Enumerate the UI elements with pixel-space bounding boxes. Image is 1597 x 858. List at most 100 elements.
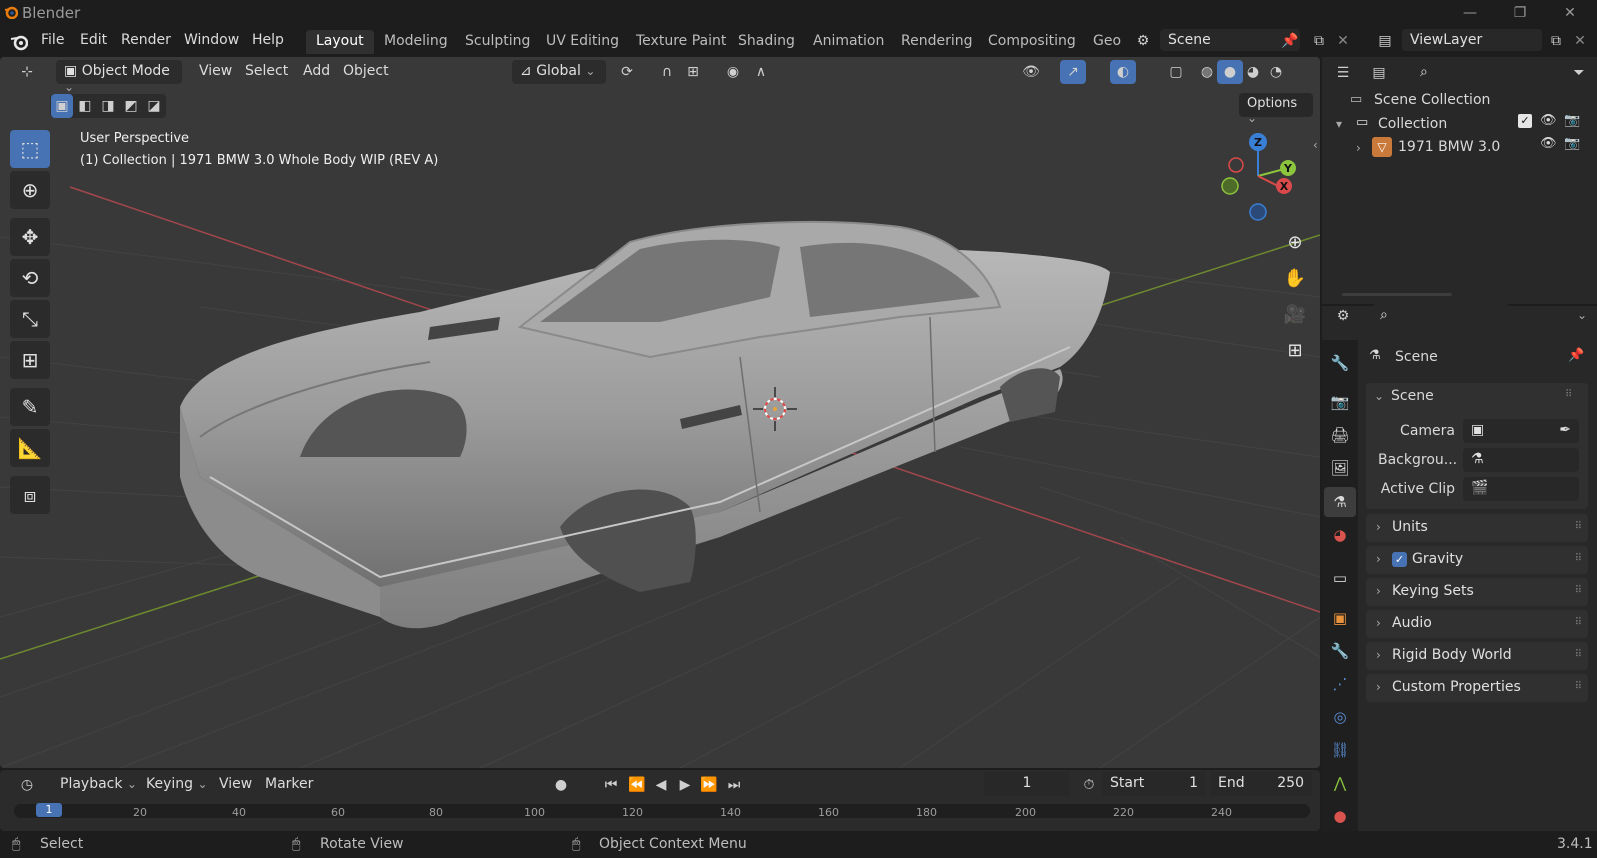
proportional-editing-icon[interactable]: ◉ bbox=[720, 60, 746, 84]
tab-sculpting[interactable]: Sculpting bbox=[455, 30, 540, 54]
view-layer-tab-icon[interactable]: 🖼 bbox=[1324, 453, 1356, 483]
particles-tab-icon[interactable]: ⋰ bbox=[1324, 669, 1356, 699]
drag-handle-icon[interactable]: ⠿ bbox=[1565, 389, 1572, 400]
select-invert-icon[interactable]: ◩ bbox=[120, 94, 142, 118]
tab-modeling[interactable]: Modeling bbox=[374, 30, 458, 54]
constraints-tab-icon[interactable]: ⛓ bbox=[1324, 735, 1356, 765]
active-clip-field[interactable]: 🎬 bbox=[1463, 477, 1579, 501]
outliner-scene-collection[interactable]: Scene Collection bbox=[1374, 92, 1490, 108]
gravity-panel[interactable]: › ✓ Gravity ⠿ bbox=[1366, 546, 1588, 574]
keying-sets-panel[interactable]: › Keying Sets ⠿ bbox=[1366, 578, 1588, 606]
expand-arrow-icon[interactable]: › bbox=[1356, 141, 1361, 155]
select-subtract-icon[interactable]: ◨ bbox=[97, 94, 119, 118]
menu-window[interactable]: Window bbox=[184, 32, 239, 48]
xray-icon[interactable]: ▢ bbox=[1163, 60, 1189, 84]
pivot-point-icon[interactable]: ⟳ bbox=[614, 60, 640, 84]
scene-panel-title[interactable]: Scene bbox=[1391, 388, 1434, 404]
modifiers-tab-icon[interactable]: 🔧 bbox=[1324, 636, 1356, 666]
exclude-checkbox[interactable]: ✓ bbox=[1518, 114, 1532, 128]
gizmo-toggle-icon[interactable]: ↗ bbox=[1060, 60, 1086, 84]
select-new-icon[interactable]: ▣ bbox=[51, 94, 73, 118]
eyedropper-icon[interactable]: ✒ bbox=[1559, 422, 1571, 438]
collection-tab-icon[interactable]: ▭ bbox=[1324, 563, 1356, 593]
play-icon[interactable]: ▶ bbox=[672, 773, 698, 797]
snap-icon[interactable]: ∩ bbox=[654, 60, 680, 84]
new-scene-icon[interactable]: ⧉ bbox=[1306, 29, 1332, 53]
object-tab-icon[interactable]: ▣ bbox=[1324, 603, 1356, 633]
jump-end-icon[interactable]: ⏭ bbox=[721, 773, 747, 797]
menu-select[interactable]: Select bbox=[245, 63, 288, 79]
playback-dropdown[interactable]: Playback ⌄ bbox=[54, 776, 143, 792]
cursor-tool-icon[interactable]: ⊕ bbox=[10, 171, 50, 209]
editor-type-icon[interactable]: ⊹ bbox=[14, 60, 40, 84]
eye-icon[interactable]: 👁 bbox=[1540, 113, 1557, 128]
overlay-toggle-icon[interactable]: ◐ bbox=[1110, 60, 1136, 84]
select-box-tool-icon[interactable]: ⬚ bbox=[10, 130, 50, 168]
viewlayer-browse-icon[interactable]: ▤ bbox=[1372, 29, 1398, 53]
collapse-arrow-icon[interactable]: ⌄ bbox=[1374, 389, 1384, 403]
drag-handle-icon[interactable]: ⠿ bbox=[1575, 521, 1582, 532]
minimize-icon[interactable]: — bbox=[1455, 2, 1485, 24]
chevron-down-icon[interactable]: ⌄ bbox=[1577, 308, 1587, 322]
pin-icon[interactable]: 📌 bbox=[1277, 29, 1303, 53]
jump-keyframe-forward-icon[interactable]: ⏩ bbox=[696, 773, 722, 797]
gravity-checkbox[interactable]: ✓ bbox=[1392, 552, 1407, 567]
navigation-gizmo[interactable]: Z Y X bbox=[1216, 128, 1300, 228]
blender-menu-icon[interactable] bbox=[10, 33, 28, 51]
move-tool-icon[interactable]: ✥ bbox=[10, 218, 50, 256]
options-dropdown[interactable]: Options ⌄ bbox=[1239, 93, 1313, 125]
zoom-icon[interactable]: ⊕ bbox=[1280, 228, 1310, 258]
stopwatch-icon[interactable]: ⏱ bbox=[1076, 773, 1102, 797]
drag-handle-icon[interactable]: ⠿ bbox=[1575, 617, 1582, 628]
rendered-shading-icon[interactable]: ◔ bbox=[1263, 60, 1289, 84]
tab-compositing[interactable]: Compositing bbox=[978, 30, 1086, 54]
scene-tab-icon[interactable]: ⚗ bbox=[1324, 487, 1356, 517]
object-mode-dropdown[interactable]: ▣ Object Mode ⌄ bbox=[56, 60, 182, 94]
collapse-arrow-icon[interactable]: ▾ bbox=[1336, 117, 1342, 131]
render-tab-icon[interactable]: 📷 bbox=[1324, 387, 1356, 417]
scene-browse-icon[interactable]: ⚙ bbox=[1130, 29, 1156, 53]
outliner-scrollbar[interactable] bbox=[1342, 293, 1452, 296]
auto-keying-icon[interactable]: ● bbox=[548, 773, 574, 797]
ortho-grid-icon[interactable]: ⊞ bbox=[1280, 336, 1310, 366]
menu-file[interactable]: File bbox=[41, 32, 64, 48]
menu-object[interactable]: Object bbox=[343, 63, 389, 79]
menu-view[interactable]: View bbox=[199, 63, 232, 79]
outliner-object-bmw[interactable]: 1971 BMW 3.0 bbox=[1398, 139, 1500, 155]
menu-help[interactable]: Help bbox=[252, 32, 284, 48]
properties-editor-type-icon[interactable]: ⚙ bbox=[1330, 304, 1356, 328]
viewlayer-name-field[interactable]: ViewLayer bbox=[1402, 29, 1542, 51]
transform-orientation-dropdown[interactable]: ⊿ Global ⌄ bbox=[512, 60, 606, 84]
output-tab-icon[interactable]: 🖨 bbox=[1324, 420, 1356, 450]
outliner-search-input[interactable]: ⌕ bbox=[1412, 61, 1548, 85]
material-tab-icon[interactable]: ● bbox=[1324, 801, 1356, 831]
menu-add[interactable]: Add bbox=[303, 63, 330, 79]
playhead-frame[interactable]: 1 bbox=[36, 803, 62, 817]
tab-layout[interactable]: Layout bbox=[306, 30, 374, 54]
tab-texture-paint[interactable]: Texture Paint bbox=[626, 30, 736, 54]
pin-icon[interactable]: 📌 bbox=[1568, 348, 1584, 363]
custom-properties-panel[interactable]: › Custom Properties ⠿ bbox=[1366, 674, 1588, 702]
rigid-body-world-panel[interactable]: › Rigid Body World ⠿ bbox=[1366, 642, 1588, 670]
delete-scene-icon[interactable]: ✕ bbox=[1330, 29, 1356, 53]
drag-handle-icon[interactable]: ⠿ bbox=[1575, 649, 1582, 660]
end-frame-field[interactable]: End 250 bbox=[1210, 772, 1312, 796]
timeline-editor-type-icon[interactable]: ◷ bbox=[14, 773, 40, 797]
camera-render-icon[interactable]: 📷 bbox=[1564, 136, 1580, 151]
maximize-icon[interactable]: ❐ bbox=[1505, 2, 1535, 24]
camera-render-icon[interactable]: 📷 bbox=[1564, 113, 1580, 128]
visibility-icon[interactable]: 👁 bbox=[1018, 60, 1044, 84]
delete-viewlayer-icon[interactable]: ✕ bbox=[1567, 29, 1593, 53]
tab-rendering[interactable]: Rendering bbox=[891, 30, 983, 54]
jump-start-icon[interactable]: ⏮ bbox=[598, 773, 624, 797]
camera-field[interactable]: ▣ ✒ bbox=[1463, 419, 1579, 443]
falloff-icon[interactable]: ∧ bbox=[748, 60, 774, 84]
current-frame-field[interactable]: 1 bbox=[984, 772, 1070, 796]
display-mode-icon[interactable]: ▤ bbox=[1366, 61, 1392, 85]
units-panel[interactable]: › Units ⠿ bbox=[1366, 514, 1588, 542]
eye-icon[interactable]: 👁 bbox=[1540, 136, 1557, 151]
properties-search-input[interactable]: ⌕ bbox=[1372, 304, 1510, 328]
outliner-collection[interactable]: Collection bbox=[1378, 116, 1447, 132]
pan-hand-icon[interactable]: ✋ bbox=[1280, 264, 1310, 294]
world-tab-icon[interactable]: ◕ bbox=[1324, 520, 1356, 550]
